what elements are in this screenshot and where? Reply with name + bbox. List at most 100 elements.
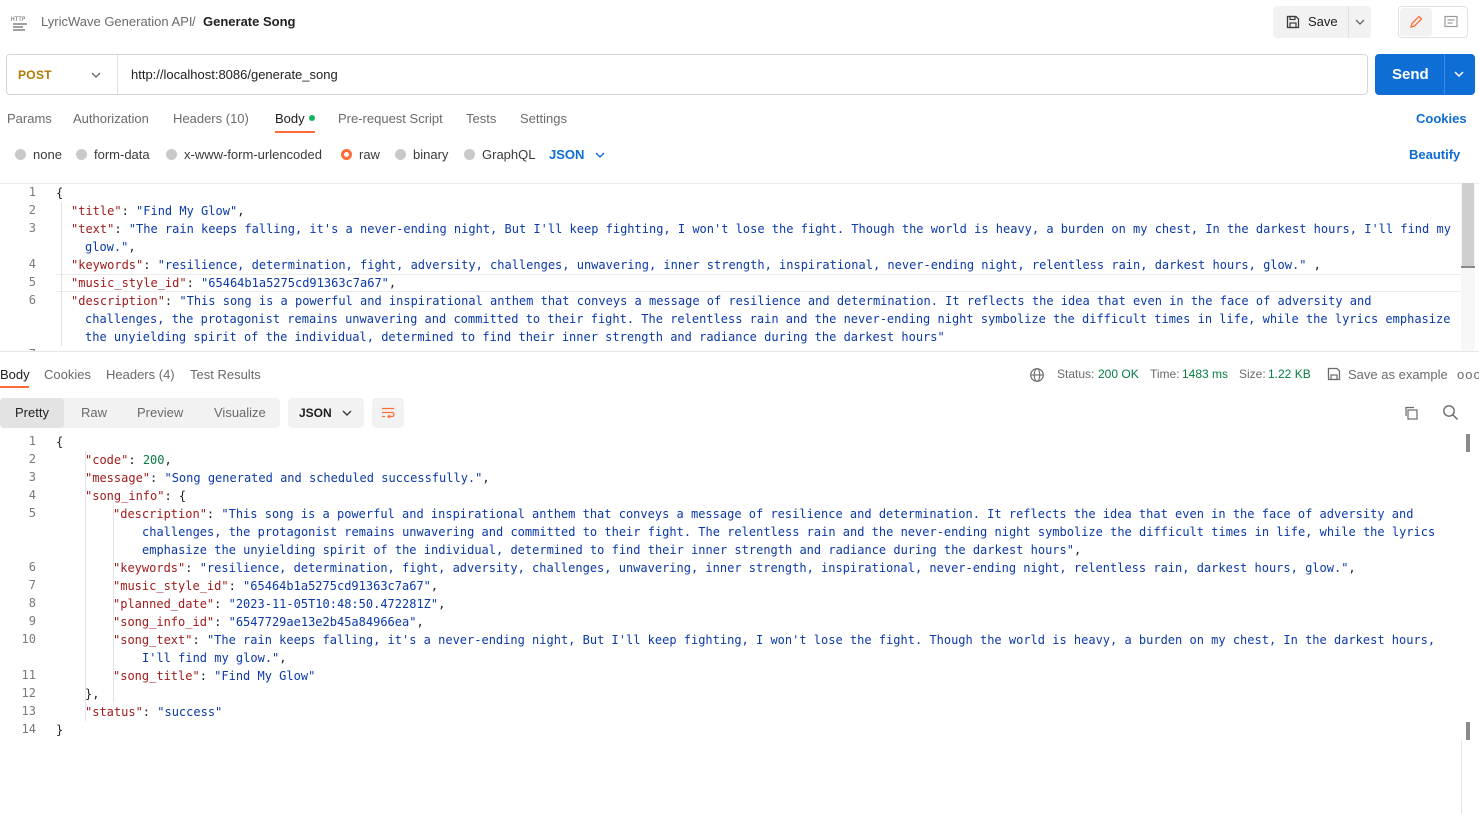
response-scrollbar-marker bbox=[1466, 722, 1470, 740]
breadcrumb-collection[interactable]: LyricWave Generation API bbox=[41, 14, 193, 29]
tab-response-cookies[interactable]: Cookies bbox=[44, 367, 91, 382]
tab-headers[interactable]: Headers (10) bbox=[173, 111, 249, 126]
tab-tests[interactable]: Tests bbox=[466, 111, 496, 126]
send-label: Send bbox=[1392, 66, 1429, 83]
save-button[interactable]: Save bbox=[1273, 6, 1371, 38]
code-line: { bbox=[56, 184, 63, 202]
radio-x-www-form-urlencoded[interactable]: x-www-form-urlencoded bbox=[166, 147, 322, 162]
page-title[interactable]: Generate Song bbox=[203, 14, 295, 29]
json-key: "message" bbox=[85, 471, 151, 485]
response-format-label: JSON bbox=[299, 406, 332, 420]
line-number: 3 bbox=[28, 470, 36, 484]
raw-format-select[interactable]: JSON bbox=[549, 147, 584, 162]
view-visualize[interactable]: Visualize bbox=[214, 405, 266, 420]
save-as-example-button[interactable]: Save as example bbox=[1348, 367, 1448, 382]
tab-response-body[interactable]: Body bbox=[0, 367, 30, 382]
pane-splitter[interactable] bbox=[0, 351, 1479, 357]
response-scrollbar-marker bbox=[1466, 434, 1470, 452]
chevron-down-icon[interactable] bbox=[1353, 14, 1367, 30]
radio-label: form-data bbox=[94, 147, 150, 162]
json-brace: } bbox=[56, 723, 64, 737]
code-line: "description": "This song is a powerful … bbox=[113, 507, 1414, 521]
radio-label: GraphQL bbox=[482, 147, 536, 162]
radio-circle bbox=[15, 149, 26, 160]
json-string: "This song is a powerful and inspiration… bbox=[221, 507, 1414, 521]
wrap-lines-button[interactable] bbox=[372, 398, 404, 428]
time-value[interactable]: 1483 ms bbox=[1182, 367, 1228, 381]
radio-binary[interactable]: binary bbox=[395, 147, 448, 162]
view-pretty[interactable]: Pretty bbox=[15, 405, 49, 420]
line-number: 10 bbox=[21, 632, 36, 646]
request-body-editor[interactable]: 1 2 3 4 5 6 7 { "title": "Find My Glow",… bbox=[0, 183, 1479, 351]
code-line: "code": 200, bbox=[85, 453, 172, 467]
code-line: "message": "Song generated and scheduled… bbox=[85, 471, 490, 485]
url-divider bbox=[117, 55, 118, 94]
radio-label: binary bbox=[413, 147, 449, 162]
json-string: emphasize the unyielding spirit of the i… bbox=[142, 543, 1074, 557]
pencil-icon[interactable] bbox=[1400, 8, 1432, 36]
response-format-select[interactable]: JSON bbox=[288, 398, 364, 428]
cookies-link[interactable]: Cookies bbox=[1416, 111, 1467, 126]
json-key: "text" bbox=[71, 222, 115, 236]
chevron-down-icon[interactable] bbox=[89, 68, 103, 82]
radio-graphql[interactable]: GraphQL bbox=[464, 147, 535, 162]
search-icon[interactable] bbox=[1442, 404, 1459, 421]
request-scrollbar-thumb[interactable] bbox=[1462, 183, 1474, 267]
send-button[interactable]: Send bbox=[1375, 54, 1475, 95]
active-tab-indicator bbox=[0, 386, 29, 388]
radio-circle bbox=[395, 149, 406, 160]
radio-circle bbox=[166, 149, 177, 160]
json-string: "resilience, determination, fight, adver… bbox=[199, 561, 1349, 575]
response-view-toolbar: Pretty Raw Preview Visualize JSON bbox=[0, 398, 1479, 430]
radio-form-data[interactable]: form-data bbox=[76, 147, 150, 162]
comment-icon[interactable] bbox=[1436, 8, 1466, 36]
size-value[interactable]: 1.22 KB bbox=[1268, 367, 1311, 381]
view-preview[interactable]: Preview bbox=[137, 405, 183, 420]
request-scrollbar-marker bbox=[1461, 266, 1475, 268]
copy-icon[interactable] bbox=[1403, 405, 1419, 421]
radio-raw[interactable]: raw bbox=[341, 147, 380, 162]
time-label: Time: bbox=[1150, 367, 1180, 381]
response-body-viewer[interactable]: 1 2 3 4 5 6 7 8 9 10 11 12 13 14 { "code… bbox=[0, 433, 1479, 814]
code-line: glow.", bbox=[85, 240, 136, 254]
tab-authorization[interactable]: Authorization bbox=[73, 111, 149, 126]
method-select[interactable]: POST bbox=[18, 68, 52, 82]
globe-icon[interactable] bbox=[1029, 367, 1045, 383]
code-line: { bbox=[56, 433, 63, 451]
status-value[interactable]: 200 OK bbox=[1098, 367, 1139, 381]
tab-settings[interactable]: Settings bbox=[520, 111, 567, 126]
tab-response-headers[interactable]: Headers (4) bbox=[106, 367, 175, 382]
json-string: "6547729ae13e2b45a84966ea" bbox=[228, 615, 417, 629]
modified-dot-icon bbox=[308, 115, 315, 121]
indent-guide bbox=[61, 202, 62, 346]
tab-pre-request-script[interactable]: Pre-request Script bbox=[338, 111, 443, 126]
view-raw[interactable]: Raw bbox=[81, 405, 107, 420]
response-scrollbar-track[interactable] bbox=[1461, 740, 1462, 814]
more-options-icon[interactable]: ooo bbox=[1457, 367, 1479, 382]
json-string: "This song is a powerful and inspiration… bbox=[179, 294, 1372, 308]
line-number: 6 bbox=[28, 560, 36, 574]
save-icon[interactable] bbox=[1326, 366, 1342, 382]
line-number: 7 bbox=[28, 578, 36, 592]
json-string: "Find My Glow" bbox=[214, 669, 316, 683]
code-line: "keywords": "resilience, determination, … bbox=[113, 561, 1356, 575]
json-key: "planned_date" bbox=[113, 597, 215, 611]
code-line: "title": "Find My Glow", bbox=[71, 204, 245, 218]
beautify-button[interactable]: Beautify bbox=[1409, 147, 1460, 162]
tab-test-results[interactable]: Test Results bbox=[190, 367, 261, 382]
code-line: "song_title": "Find My Glow" bbox=[113, 669, 316, 683]
chevron-down-icon[interactable] bbox=[1452, 67, 1466, 81]
tab-body[interactable]: Body bbox=[275, 111, 315, 126]
radio-none[interactable]: none bbox=[15, 147, 62, 162]
view-mode-group: Pretty Raw Preview Visualize bbox=[0, 398, 280, 428]
json-string: the unyielding spirit of the individual,… bbox=[85, 330, 945, 344]
tab-params[interactable]: Params bbox=[7, 111, 52, 126]
json-string: challenges, the protagonist remains unwa… bbox=[85, 312, 1451, 326]
url-input[interactable]: http://localhost:8086/generate_song bbox=[131, 67, 338, 82]
chevron-down-icon[interactable] bbox=[594, 149, 606, 161]
wrap-lines-icon bbox=[382, 407, 395, 419]
json-string: "65464b1a5275cd91363c7a67" bbox=[243, 579, 431, 593]
chevron-down-icon bbox=[341, 407, 353, 419]
line-number: 5 bbox=[28, 275, 36, 289]
json-string: "The rain keeps falling, it's a never-en… bbox=[206, 633, 1436, 647]
